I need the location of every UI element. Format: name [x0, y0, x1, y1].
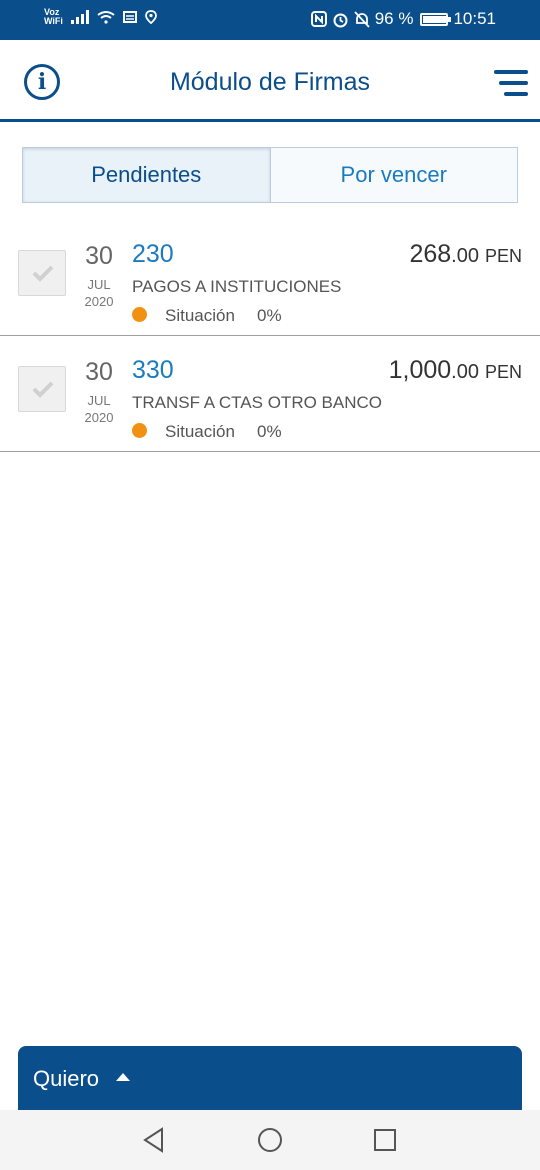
list-item[interactable]: 30 JUL 2020 230 PAGOS A INSTITUCIONES Si… — [0, 220, 540, 336]
amount-decimals: .00 — [451, 361, 479, 383]
home-icon[interactable] — [257, 1127, 283, 1153]
item-checkbox[interactable] — [18, 250, 66, 296]
back-icon[interactable] — [142, 1127, 166, 1153]
amount-decimals: .00 — [451, 245, 479, 267]
clock: 10:51 — [453, 9, 496, 28]
tab-por-vencer[interactable]: Por vencer — [270, 148, 517, 202]
quiero-panel-button[interactable]: Quiero — [18, 1046, 522, 1112]
item-number: 330 — [132, 356, 174, 384]
page-title: Módulo de Firmas — [169, 68, 371, 96]
item-day: 30 — [85, 242, 113, 270]
tab-pendientes[interactable]: Pendientes — [23, 148, 271, 202]
signal-icon — [70, 10, 89, 24]
caret-up-icon — [116, 1073, 130, 1081]
alarm-icon — [333, 13, 348, 27]
app-header: i Módulo de Firmas — [0, 40, 540, 122]
wifi-icon — [97, 11, 115, 24]
location-icon — [145, 9, 157, 24]
nfc-icon — [310, 11, 327, 27]
hamburger-menu-icon[interactable] — [494, 70, 528, 96]
item-checkbox[interactable] — [18, 366, 66, 412]
amount-integer: 268 — [409, 240, 452, 268]
battery-icon — [420, 12, 452, 26]
item-amount: 1,000.00 PEN — [389, 356, 522, 385]
item-year: 2020 — [84, 410, 114, 425]
item-month: JUL — [87, 277, 111, 292]
message-icon — [122, 11, 137, 23]
status-dot-icon — [132, 423, 147, 438]
mute-icon — [354, 10, 370, 28]
item-amount: 268.00 PEN — [409, 240, 522, 269]
item-number: 230 — [132, 240, 174, 268]
tab-bar: Pendientes Por vencer — [22, 147, 518, 203]
quiero-label: Quiero — [33, 1066, 100, 1091]
item-day: 30 — [85, 358, 113, 386]
check-icon — [32, 381, 54, 398]
status-label: Situación — [165, 306, 235, 325]
item-month: JUL — [87, 393, 111, 408]
system-navigation-bar — [0, 1110, 540, 1170]
status-value: 0% — [257, 306, 282, 325]
voz-wifi-indicator: Voz WiFi — [44, 7, 63, 26]
item-description: PAGOS A INSTITUCIONES — [132, 277, 342, 296]
check-icon — [32, 265, 54, 282]
status-dot-icon — [132, 307, 147, 322]
amount-currency: PEN — [484, 246, 522, 266]
amount-currency: PEN — [484, 362, 522, 382]
item-year: 2020 — [84, 294, 114, 309]
status-value: 0% — [257, 422, 282, 441]
recents-icon[interactable] — [373, 1127, 397, 1153]
item-description: TRANSF A CTAS OTRO BANCO — [132, 393, 382, 412]
amount-integer: 1,000 — [388, 356, 452, 384]
status-bar: Voz WiFi 96 % 10:51 — [0, 0, 540, 40]
battery-percent: 96 % — [374, 9, 414, 28]
list-item[interactable]: 30 JUL 2020 330 TRANSF A CTAS OTRO BANCO… — [0, 336, 540, 452]
status-label: Situación — [165, 422, 235, 441]
